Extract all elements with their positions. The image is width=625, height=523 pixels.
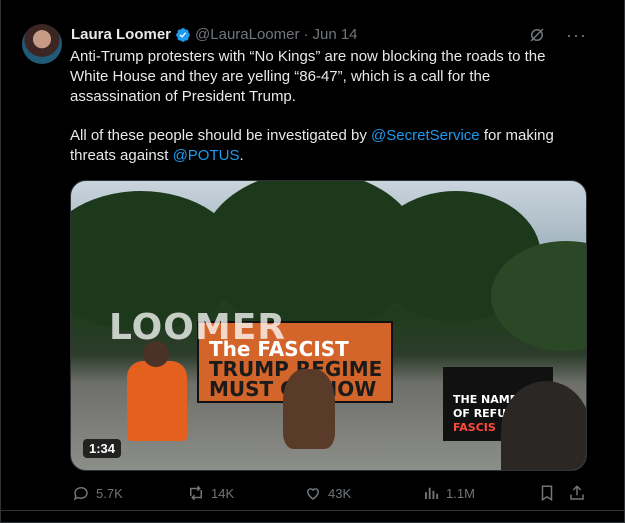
top-actions: ··· [528, 26, 587, 44]
protester-head [283, 369, 335, 449]
heart-icon [306, 488, 320, 500]
share-icon [570, 485, 584, 500]
mention-potus[interactable]: @POTUS [173, 147, 240, 164]
text-segment: . [239, 147, 244, 164]
views-button[interactable]: 1.1M [422, 484, 475, 502]
reply-count: 5.7K [96, 485, 123, 501]
video-duration: 1:34 [83, 439, 122, 458]
tweet-date[interactable]: Jun 14 [312, 26, 357, 44]
text-line: Anti-Trump protesters with “No Kings” ar… [70, 48, 546, 65]
text-line: All of these people should be investigat… [70, 126, 590, 146]
views-count: 1.1M [446, 485, 475, 501]
author-handle[interactable]: @LauraLoomer [195, 26, 299, 44]
tweet-text: Anti-Trump protesters with “No Kings” ar… [70, 47, 590, 166]
more-options-icon[interactable]: ··· [566, 26, 587, 44]
text-line: White House and they are yelling “86-47”… [70, 68, 491, 85]
reply-button[interactable]: 5.7K [72, 484, 123, 502]
bookmark-button[interactable] [538, 484, 556, 502]
text-line: assassination of President Trump. [70, 88, 296, 105]
protester-head [501, 381, 586, 470]
divider [0, 510, 625, 511]
text-segment: for making [479, 127, 554, 144]
share-button[interactable] [568, 484, 586, 502]
action-bar: 5.7K 14K 43K 1.1M [72, 484, 588, 504]
reply-icon [73, 486, 88, 501]
like-count: 43K [328, 485, 352, 501]
bookmark-icon [541, 485, 553, 502]
protester [127, 361, 187, 441]
separator-dot: · [303, 26, 309, 43]
video-watermark: LOOMER [109, 307, 286, 348]
tweet-header: Laura Loomer @LauraLoomer · Jun 14 [71, 26, 358, 44]
views-icon [425, 487, 439, 499]
verified-badge-icon [176, 28, 190, 42]
mention-secret-service[interactable]: @SecretService [371, 127, 480, 144]
text-segment: threats against [70, 147, 173, 164]
repost-count: 14K [211, 485, 235, 501]
avatar[interactable] [22, 24, 62, 64]
text-line: threats against @POTUS. [70, 146, 590, 166]
repost-icon [190, 485, 202, 501]
repost-button[interactable]: 14K [187, 484, 234, 502]
video-player[interactable]: The FASCIST TRUMP REGIME MUST GO NOW LOO… [70, 180, 587, 471]
grok-icon[interactable] [528, 26, 546, 44]
like-button[interactable]: 43K [304, 484, 351, 502]
author-name[interactable]: Laura Loomer [71, 26, 171, 44]
text-segment: All of these people should be investigat… [70, 127, 372, 144]
